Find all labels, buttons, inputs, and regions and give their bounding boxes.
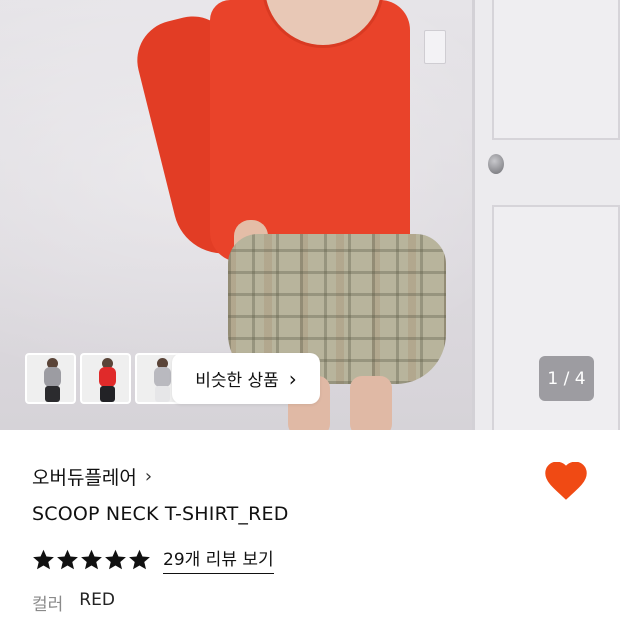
- chevron-right-icon: ›: [144, 466, 153, 487]
- option-label: 컬러: [32, 595, 64, 615]
- brand-link[interactable]: 오버듀플레어 ›: [32, 463, 152, 490]
- heart-icon[interactable]: [545, 462, 587, 500]
- model-leg: [350, 376, 392, 430]
- color-option: 컬러 RED: [32, 590, 115, 615]
- chevron-right-icon: ›: [288, 366, 297, 391]
- thumbnail-figure-bottom: [100, 386, 115, 402]
- star-rating: [32, 549, 151, 571]
- view-reviews-link[interactable]: 29개 리뷰 보기: [163, 545, 274, 574]
- thumbnail-figure-top: [99, 367, 116, 387]
- thumbnail-strip: [25, 353, 186, 404]
- star-icon: [105, 549, 126, 569]
- thumbnail-figure-bottom: [45, 386, 60, 402]
- similar-products-label: 비슷한 상품: [195, 371, 279, 391]
- star-icon: [81, 549, 102, 569]
- thumbnail-item[interactable]: [80, 353, 131, 404]
- thumbnail-figure-top: [44, 367, 61, 387]
- option-value: RED: [79, 590, 115, 610]
- thumbnail-item[interactable]: [25, 353, 76, 404]
- heart-icon-shape: [545, 462, 587, 500]
- product-image-gallery[interactable]: 비슷한 상품 › 1 / 4: [0, 0, 620, 430]
- thumbnail-figure-bottom: [155, 386, 170, 402]
- similar-products-button[interactable]: 비슷한 상품 ›: [172, 353, 320, 404]
- star-icon: [57, 549, 78, 569]
- door-panel-upper: [492, 0, 620, 140]
- product-title: SCOOP NECK T-SHIRT_RED: [32, 503, 289, 525]
- product-info: 오버듀플레어 › SCOOP NECK T-SHIRT_RED 29개 리뷰 보…: [0, 430, 620, 620]
- brand-name: 오버듀플레어: [32, 467, 137, 489]
- star-icon: [129, 549, 150, 569]
- star-icon: [33, 549, 54, 569]
- door-knob: [488, 154, 504, 174]
- image-page-counter: 1 / 4: [539, 356, 594, 401]
- rating-row: 29개 리뷰 보기: [32, 545, 274, 574]
- thumbnail-figure-top: [154, 367, 171, 387]
- light-switch: [424, 30, 446, 64]
